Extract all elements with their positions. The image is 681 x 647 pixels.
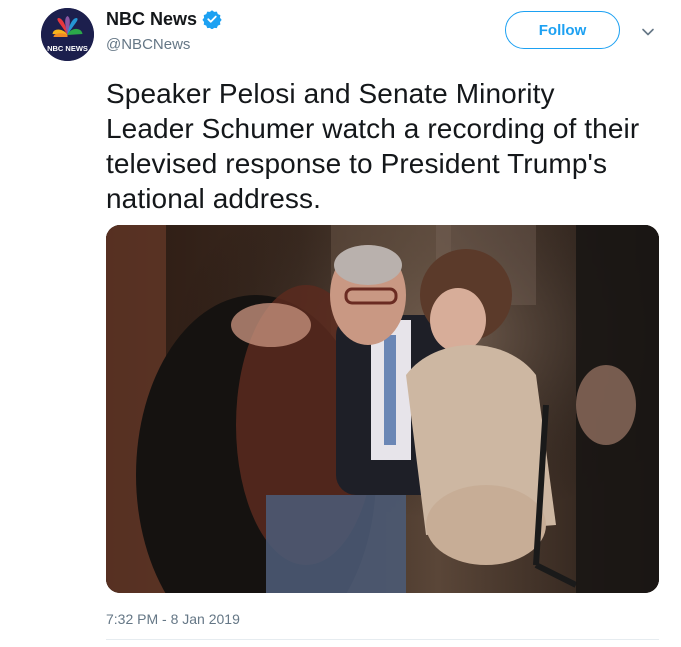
tweet-photo[interactable]	[106, 225, 659, 593]
nbc-peacock-logo: NBC NEWS	[41, 8, 94, 61]
tweet-timestamp[interactable]: 7:32 PM - 8 Jan 2019	[106, 611, 240, 627]
verified-badge-icon	[202, 9, 222, 29]
photo-image	[106, 225, 659, 593]
account-names: NBC News @NBCNews	[106, 8, 222, 53]
avatar-text: NBC NEWS	[47, 44, 88, 53]
tweet-text: Speaker Pelosi and Senate Minority Leade…	[106, 78, 640, 214]
divider	[106, 639, 659, 640]
tweet-card: NBC NEWS NBC News @NBCNews Follow Speake…	[0, 0, 681, 647]
avatar[interactable]: NBC NEWS	[41, 8, 94, 61]
follow-button[interactable]: Follow	[505, 11, 620, 49]
chevron-down-icon[interactable]	[638, 22, 658, 42]
handle[interactable]: @NBCNews	[106, 36, 222, 53]
display-name[interactable]: NBC News	[106, 9, 197, 30]
